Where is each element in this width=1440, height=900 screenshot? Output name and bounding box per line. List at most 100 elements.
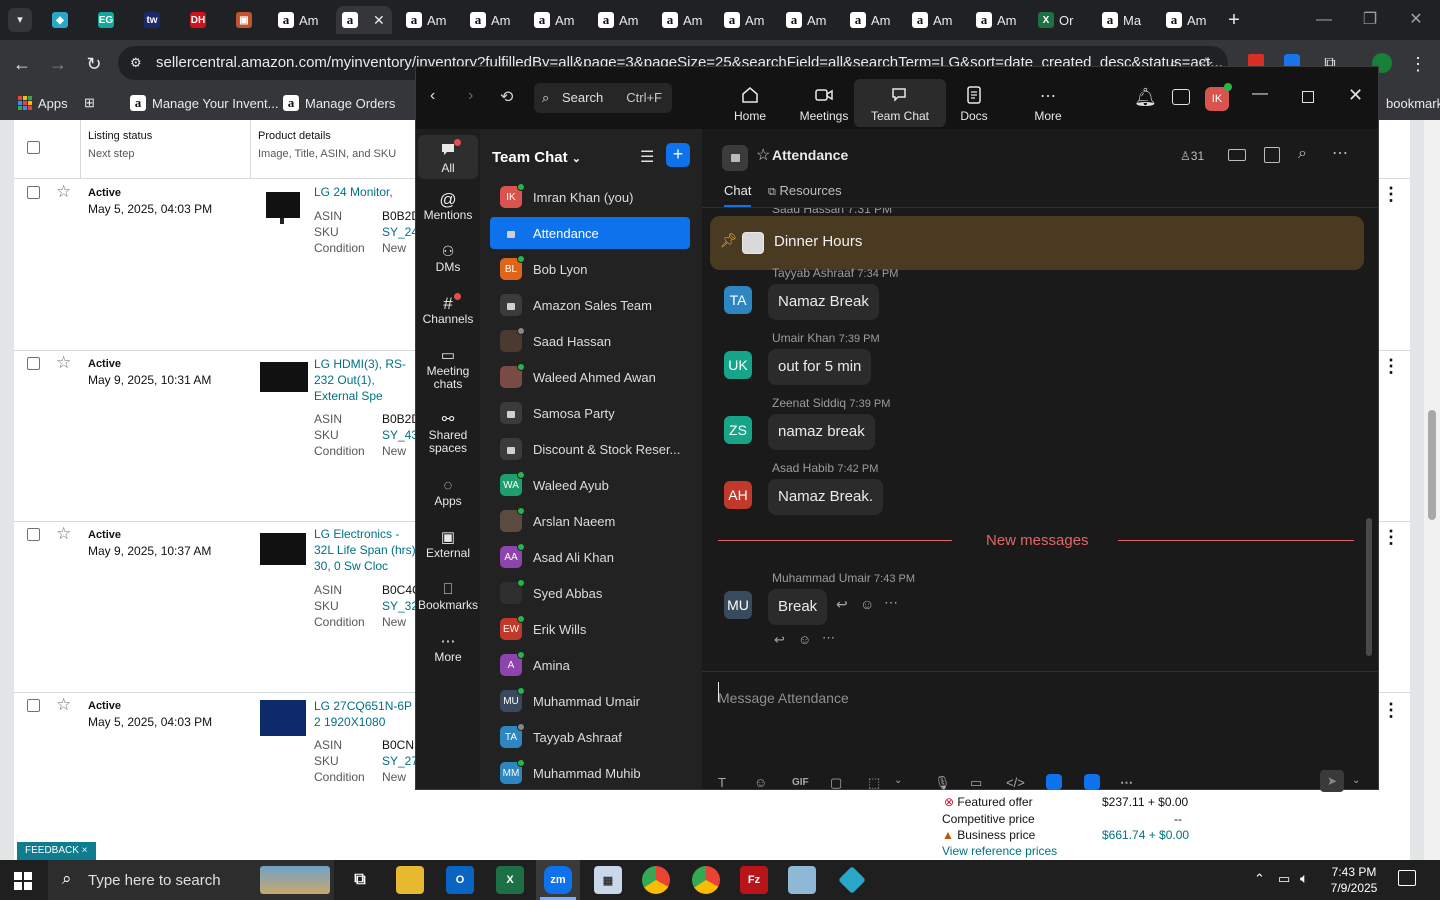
star-icon[interactable]: ☆ [56, 182, 71, 202]
file-icon[interactable]: ▢ [830, 775, 842, 791]
rail-shared-spaces[interactable]: ⚯ Shared spaces [418, 412, 478, 455]
star-icon[interactable]: ☆ [56, 524, 71, 544]
browser-tab[interactable]: a Am [528, 6, 590, 34]
close-icon[interactable]: ✕ [1348, 85, 1363, 106]
conversation-item[interactable]: Discount & Stock Reser... [490, 433, 690, 465]
product-title-link[interactable]: LG HDMI(3), RS-232 Out(1), External Spe … [314, 356, 416, 404]
filter-icon[interactable]: ☰ [640, 147, 654, 167]
chevron-down-icon[interactable]: ⌄ [1352, 775, 1360, 786]
app-shortcut-icon[interactable] [1084, 774, 1100, 790]
microphone-icon[interactable]: 🎙︎ [934, 775, 951, 791]
chrome-icon[interactable] [642, 866, 670, 894]
site-info-icon[interactable]: ⚙ [130, 46, 142, 80]
star-icon[interactable]: ☆ [56, 695, 71, 715]
close-window-icon[interactable]: ✕ [1396, 8, 1436, 32]
star-icon[interactable]: ☆ [756, 145, 770, 165]
browser-tab[interactable]: a Am [400, 6, 462, 34]
browser-tab[interactable]: a Am [464, 6, 526, 34]
tab-groups-icon[interactable]: ⊞ [84, 92, 95, 114]
tray-expand-icon[interactable]: ⌃ [1254, 871, 1265, 887]
emoji-react-icon[interactable]: ☺ [860, 596, 874, 612]
column-header-status[interactable]: Listing status Next step [88, 130, 152, 160]
close-icon[interactable]: ✕ [373, 12, 385, 29]
sku-value[interactable]: SY_43 [382, 427, 418, 443]
volume-icon[interactable]: 🔈︎ [1300, 870, 1308, 887]
browser-tab[interactable]: a Am [656, 6, 718, 34]
calculator-icon[interactable]: ▦ [594, 866, 622, 894]
business-price-value[interactable]: $661.74 + $0.00 [1102, 828, 1189, 842]
app-icon[interactable] [838, 866, 866, 894]
more-dots-icon[interactable]: ⋯ [1120, 775, 1133, 791]
browser-tab[interactable]: a Ma [1096, 6, 1158, 34]
bookmark-manage-inventory[interactable]: a Manage Your Invent... [130, 92, 278, 114]
product-title-link[interactable]: LG Electronics - 32L Life Span (hrs) 30,… [314, 526, 416, 574]
browser-tab[interactable]: a Am [970, 6, 1032, 34]
rail-channels[interactable]: # Channels [418, 295, 478, 326]
excel-icon[interactable]: X [496, 866, 524, 894]
star-icon[interactable]: ☆ [56, 353, 71, 373]
avatar[interactable]: AH [724, 481, 752, 509]
row-actions-icon[interactable]: ⋮ [1382, 700, 1400, 721]
emoji-react-icon[interactable]: ☺ [798, 632, 811, 647]
rail-apps[interactable]: ◌ Apps [418, 478, 478, 508]
row-actions-icon[interactable]: ⋮ [1382, 356, 1400, 377]
minimize-icon[interactable]: — [1252, 85, 1268, 103]
code-snippet-icon[interactable]: </> [1006, 775, 1025, 790]
message-bubble[interactable]: Break [768, 589, 828, 625]
conversation-item[interactable]: IK Imran Khan (you) [490, 181, 690, 213]
team-chat-heading[interactable]: Team Chat ⌄ [492, 149, 581, 166]
product-thumbnail[interactable] [260, 533, 306, 565]
conversation-item[interactable]: TA Tayyab Ashraaf [490, 721, 690, 753]
feedback-button[interactable]: FEEDBACK × [17, 842, 96, 860]
tab-chat[interactable]: Chat [724, 183, 752, 207]
product-thumbnail[interactable] [266, 192, 300, 218]
chat-scrollbar-thumb[interactable] [1366, 518, 1372, 656]
column-header-product[interactable]: Product details Image, Title, ASIN, and S… [258, 130, 396, 160]
outlook-icon[interactable]: O [446, 866, 474, 894]
zoom-search-input[interactable]: ⌕ Search Ctrl+F [534, 83, 672, 113]
product-title-link[interactable]: LG 24 Monitor, 1920 [314, 184, 416, 200]
app-shortcut-icon[interactable] [1046, 774, 1062, 790]
browser-tab[interactable]: X Or [1032, 6, 1094, 34]
reload-icon[interactable]: ↻ [80, 50, 108, 78]
new-chat-button[interactable]: + [666, 143, 690, 167]
conversation-item[interactable]: EW Erik Wills [490, 613, 690, 645]
history-icon[interactable]: ⟲ [500, 87, 513, 107]
back-arrow-icon[interactable]: ‹ [430, 87, 435, 105]
row-actions-icon[interactable]: ⋮ [1382, 184, 1400, 205]
conversation-item[interactable]: Arslan Naeem [490, 505, 690, 537]
conversation-item[interactable]: WA Waleed Ayub [490, 469, 690, 501]
video-clip-icon[interactable]: ▭ [970, 775, 982, 791]
forward-icon[interactable]: → [44, 50, 72, 78]
page-scrollbar[interactable] [1424, 120, 1440, 860]
network-icon[interactable]: ▭ [1278, 871, 1290, 887]
pinned-banner[interactable]: 📌︎ Dinner Hours [710, 216, 1364, 270]
minimize-icon[interactable]: — [1304, 8, 1344, 32]
conversation-item[interactable]: AA Asad Ali Khan [490, 541, 690, 573]
rail-external[interactable]: ▣ External [418, 530, 478, 560]
conversation-item[interactable]: Samosa Party [490, 397, 690, 429]
row-checkbox[interactable] [27, 357, 40, 370]
chrome-icon[interactable] [692, 866, 720, 894]
row-actions-icon[interactable]: ⋮ [1382, 527, 1400, 548]
message-bubble[interactable]: Namaz Break. [768, 479, 884, 515]
reply-icon[interactable]: ↩ [836, 596, 848, 613]
rail-mentions[interactable]: @ Mentions [418, 191, 478, 222]
sku-value[interactable]: SY_24 [382, 224, 418, 240]
gif-button[interactable]: GIF [792, 777, 809, 788]
rail-meeting-chats[interactable]: ▭ Meeting chats [418, 348, 478, 391]
sku-value[interactable]: SY_27 [382, 753, 418, 769]
video-call-icon[interactable] [1228, 149, 1246, 161]
send-icon[interactable]: ➤ [1320, 770, 1344, 792]
rail-bookmarks[interactable]: ⎕ Bookmarks [418, 582, 478, 612]
emoji-icon[interactable]: ☺ [754, 775, 767, 790]
task-view-icon[interactable]: ⧉ [346, 866, 374, 894]
conversation-item[interactable]: Saad Hassan [490, 325, 690, 357]
forward-arrow-icon[interactable]: › [468, 87, 473, 105]
avatar[interactable]: TA [724, 286, 752, 314]
browser-tab[interactable]: a Am [906, 6, 968, 34]
product-thumbnail[interactable] [260, 362, 308, 392]
rail-all[interactable]: All [418, 135, 478, 179]
file-explorer-icon[interactable] [396, 866, 424, 894]
zoom-icon[interactable]: zm [544, 866, 572, 894]
